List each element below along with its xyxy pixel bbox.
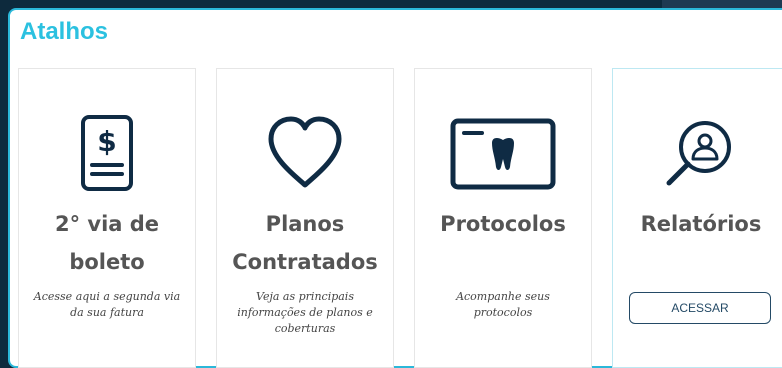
access-button[interactable]: ACESSAR (629, 292, 771, 324)
card-description: Acesse aqui a segunda via da sua fatura (33, 290, 181, 319)
card-title: Planos Contratados (232, 212, 378, 274)
card-title: Protocolos (440, 212, 566, 236)
shortcut-card-protocolos[interactable]: Protocolos Acompanhe seus protocolos (414, 68, 592, 368)
shortcuts-panel: Atalhos $ 2° via de boleto Acesse aqui a… (8, 8, 782, 368)
section-title: Atalhos (20, 18, 109, 45)
dental-card-icon (415, 111, 591, 195)
shortcut-card-boleto[interactable]: $ 2° via de boleto Acesse aqui a segunda… (18, 68, 196, 368)
heart-icon (217, 111, 393, 195)
card-title: Relatórios (640, 212, 762, 236)
card-description: Acompanhe seus protocolos (456, 290, 550, 319)
invoice-dollar-icon: $ (19, 111, 195, 195)
search-person-icon (613, 111, 782, 195)
svg-text:$: $ (97, 125, 116, 158)
shortcut-card-planos[interactable]: Planos Contratados Veja as principais in… (216, 68, 394, 368)
shortcut-card-relatorios[interactable]: Relatórios ACESSAR (612, 68, 782, 368)
card-title: 2° via de boleto (54, 212, 160, 274)
card-description: Veja as principais informações de planos… (237, 290, 373, 335)
